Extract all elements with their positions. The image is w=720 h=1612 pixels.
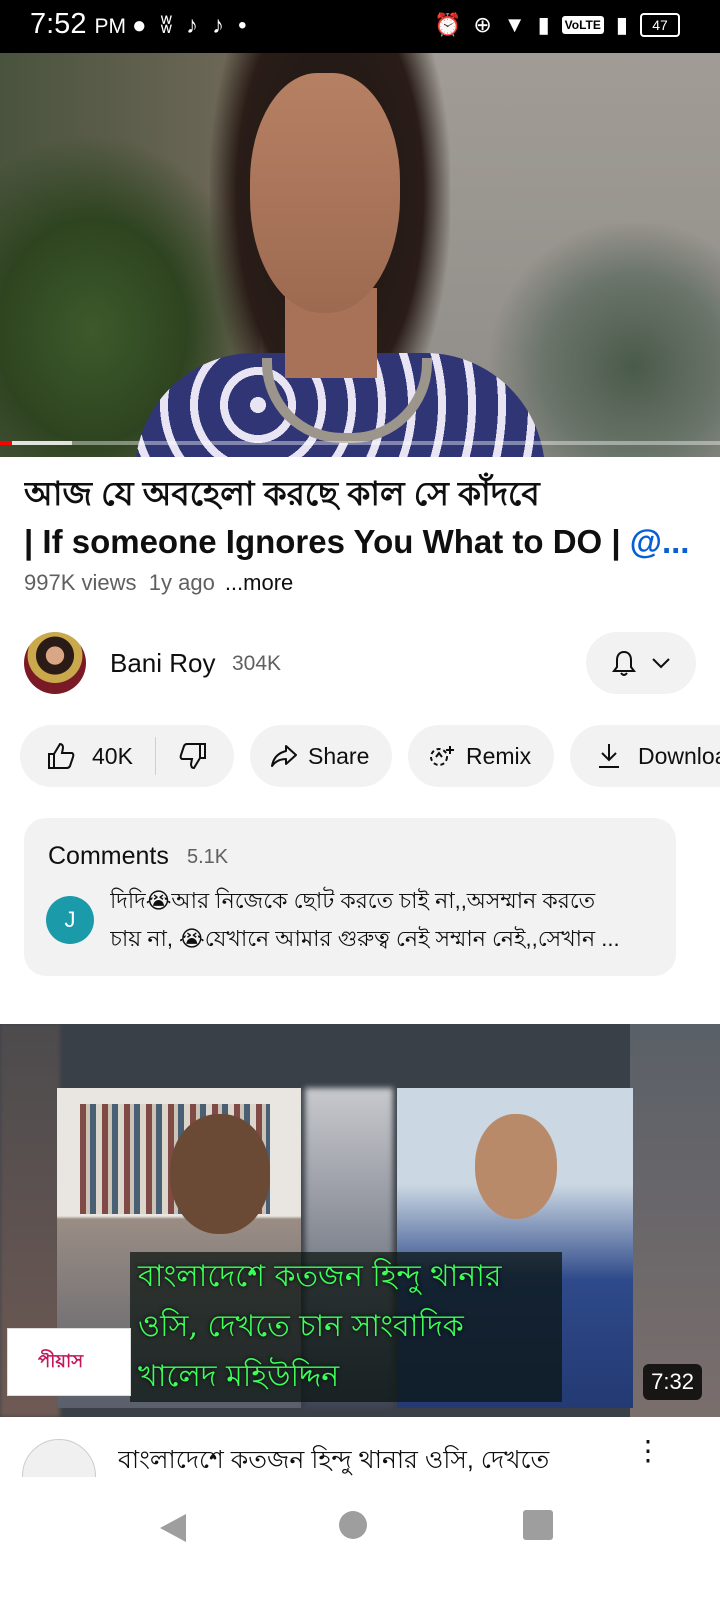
top-comment: দিদি😭আর নিজেকে ছোট করতে চাই না,,অসম্মান … bbox=[110, 882, 660, 958]
alarm-icon: ⏰ bbox=[433, 12, 462, 37]
video-title-text: | If someone Ignores You What to DO | bbox=[24, 523, 630, 560]
bell-icon bbox=[612, 650, 636, 676]
thumb-edge-right bbox=[630, 1024, 720, 1417]
upload-age: 1y ago bbox=[148, 570, 215, 595]
like-icon[interactable] bbox=[46, 741, 76, 771]
thumb-caption: বাংলাদেশে কতজন হিন্দু থানার ওসি, দেখতে চ… bbox=[130, 1252, 562, 1402]
video-title-line1: আজ যে অবহেলা করছে কাল সে কাঁদবে bbox=[24, 475, 540, 512]
channel-mention-link[interactable]: @... bbox=[630, 523, 690, 560]
volte-badge: VoLTE bbox=[561, 16, 604, 34]
video-progress-bar[interactable] bbox=[0, 441, 720, 445]
channel-row: Bani Roy 304K bbox=[24, 632, 696, 694]
video-title[interactable]: আজ যে অবহেলা করছে কাল সে কাঁদবে | If som… bbox=[24, 470, 704, 566]
video-player[interactable] bbox=[0, 53, 720, 457]
video-meta[interactable]: 997K views 1y ago ...more bbox=[24, 570, 293, 596]
comment-line2: চায় না, 😭যেখানে আমার গুরুত্ব নেই সম্মান… bbox=[110, 926, 620, 951]
thumb-person-left bbox=[170, 1114, 270, 1234]
view-count: 997K views bbox=[24, 570, 137, 595]
wifi-calling-icon: ʬ bbox=[160, 12, 173, 39]
download-icon bbox=[599, 744, 619, 768]
comments-count: 5.1K bbox=[187, 846, 229, 868]
video-title-line2: | If someone Ignores You What to DO | @.… bbox=[24, 518, 704, 566]
share-button[interactable]: Share bbox=[250, 725, 392, 787]
signal-icon: ▮ bbox=[615, 12, 628, 37]
signal-icon: ▮ bbox=[537, 12, 550, 37]
more-link[interactable]: ...more bbox=[225, 570, 293, 595]
thumb-channel-logo: পীয়াস bbox=[7, 1328, 131, 1396]
system-nav-bar bbox=[0, 1477, 720, 1612]
thumb-caption-line3: খালেদ মহিউদ্দিন bbox=[138, 1359, 340, 1394]
comments-title: Comments bbox=[48, 842, 169, 870]
remix-icon bbox=[430, 746, 454, 766]
download-label: Download bbox=[638, 742, 720, 769]
like-count[interactable]: 40K bbox=[92, 743, 133, 770]
thumb-logo-text: পীয়াস bbox=[38, 1351, 84, 1371]
chat-bubble-icon: ● bbox=[132, 12, 147, 39]
presenter-face bbox=[250, 73, 400, 313]
thumb-caption-line1: বাংলাদেশে কতজন হিন্দু থানার bbox=[138, 1259, 502, 1294]
more-options-icon[interactable]: ⋮ bbox=[634, 1437, 662, 1465]
tiktok-icon: ♪ bbox=[212, 12, 225, 39]
download-button[interactable]: Download bbox=[570, 725, 720, 787]
dislike-icon[interactable] bbox=[178, 741, 208, 771]
share-label: Share bbox=[308, 742, 370, 769]
status-bar: 7:52 PM ● ʬ ♪ ♪ • ⏰ ⊕ ▼ ▮ VoLTE ▮ 47 bbox=[0, 0, 720, 53]
channel-avatar[interactable] bbox=[24, 632, 86, 694]
recents-icon[interactable] bbox=[523, 1510, 553, 1540]
like-divider bbox=[154, 737, 156, 775]
share-icon bbox=[271, 745, 297, 767]
more-dots-icon: • bbox=[238, 12, 247, 39]
like-dislike-group: 40K bbox=[20, 725, 234, 787]
status-time: 7:52 PM bbox=[30, 8, 127, 40]
thumb-caption-line2: ওসি, দেখতে চান সাংবাদিক bbox=[138, 1309, 464, 1344]
comment-line1: দিদি😭আর নিজেকে ছোট করতে চাই না,,অসম্মান … bbox=[110, 888, 596, 913]
comments-card[interactable]: Comments 5.1K J দিদি😭আর নিজেকে ছোট করতে … bbox=[24, 818, 676, 976]
notification-bell-button[interactable] bbox=[586, 632, 696, 694]
channel-name[interactable]: Bani Roy bbox=[110, 648, 216, 679]
data-saver-icon: ⊕ bbox=[473, 12, 492, 37]
home-icon[interactable] bbox=[339, 1511, 367, 1539]
action-bar: 40K Share Remix Download bbox=[20, 725, 720, 787]
chevron-down-icon bbox=[652, 658, 670, 669]
thumb-person-right bbox=[475, 1114, 557, 1219]
remix-button[interactable]: Remix bbox=[408, 725, 554, 787]
wifi-icon: ▼ bbox=[503, 12, 526, 37]
battery-icon: 47 bbox=[640, 13, 680, 37]
remix-label: Remix bbox=[466, 742, 532, 769]
subscriber-count: 304K bbox=[232, 652, 282, 675]
status-notification-icons: ● ʬ ♪ ♪ • bbox=[132, 12, 247, 40]
next-video-info[interactable]: বাংলাদেশে কতজন হিন্দু থানার ওসি, দেখতে ⋮ bbox=[0, 1417, 720, 1513]
back-icon[interactable] bbox=[158, 1512, 188, 1544]
commenter-avatar: J bbox=[46, 896, 94, 944]
progress-played bbox=[0, 441, 13, 445]
video-duration-badge: 7:32 bbox=[643, 1364, 702, 1400]
tiktok-icon: ♪ bbox=[186, 12, 199, 39]
status-system-icons: ⏰ ⊕ ▼ ▮ VoLTE ▮ 47 bbox=[434, 12, 680, 38]
